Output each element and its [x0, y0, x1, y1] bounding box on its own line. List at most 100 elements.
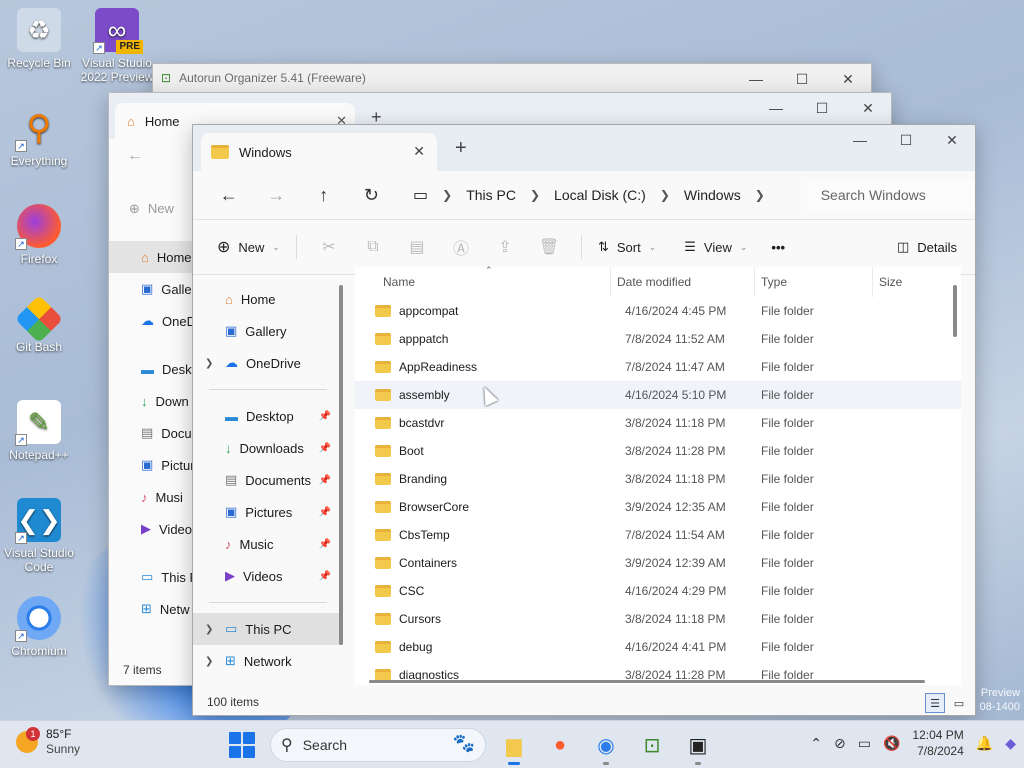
copy-icon[interactable]: ⧉ — [361, 235, 385, 259]
nav-item-downloads[interactable]: ↓ Downloads 📌 — [193, 432, 343, 464]
weather-widget[interactable]: 1 85°F Sunny — [16, 727, 80, 757]
pin-icon[interactable]: 📌 — [319, 475, 331, 486]
view-button[interactable]: ☰ View ⌄ — [678, 231, 753, 263]
table-row[interactable]: diagnostics 3/8/2024 11:28 PM File folder — [355, 661, 961, 689]
refresh-button[interactable]: ↻ — [350, 179, 394, 211]
paste-icon[interactable]: ▤ — [405, 235, 429, 259]
delete-icon[interactable]: 🗑 — [537, 235, 561, 259]
column-header-size[interactable]: Size — [873, 267, 953, 297]
breadcrumb[interactable]: ▭ ❯ This PC ❯ Local Disk (C:) ❯ Windows … — [405, 179, 791, 211]
chevron-right-icon[interactable]: ❯ — [205, 624, 213, 635]
nav-item-home[interactable]: ⌂ Home — [109, 241, 193, 273]
back-arrow-icon[interactable]: ← — [127, 147, 143, 165]
desktop-icon-everything[interactable]: ⚲ ↗ Everything — [0, 106, 78, 168]
close-tab-button[interactable]: ✕ — [413, 143, 425, 160]
chevron-right-icon[interactable]: ❯ — [660, 188, 670, 202]
bell-icon[interactable]: 🔔 — [976, 735, 993, 752]
desktop-icon-recycle-bin[interactable]: ♻ Recycle Bin — [0, 8, 78, 70]
table-row[interactable]: debug 4/16/2024 4:41 PM File folder — [355, 633, 961, 661]
desktop-icon-vscode[interactable]: ❮❯ ↗ Visual Studio Code — [0, 498, 78, 574]
nav-item-thispc[interactable]: ❯ ▭ This PC — [193, 613, 343, 645]
nav-item-music[interactable]: ♪ Music 📌 — [193, 528, 343, 560]
desktop-icon-visual-studio-preview[interactable]: ∞ PRE ↗ Visual Studio 2022 Preview — [78, 8, 156, 84]
firefox-taskbar-icon[interactable]: ● — [542, 727, 578, 763]
chevron-up-icon[interactable]: ⌃ — [810, 735, 822, 752]
nav-item-network[interactable]: ⊞ Netw — [109, 593, 193, 625]
maximize-button[interactable]: ☐ — [779, 64, 825, 94]
nav-item-music[interactable]: ♪ Musi — [109, 481, 193, 513]
nav-item-documents[interactable]: ▤ Documents 📌 — [193, 464, 343, 496]
desktop-icon-chromium[interactable]: ↗ Chromium — [0, 596, 78, 658]
nav-item-documents[interactable]: ▤ Docu — [109, 417, 193, 449]
clock[interactable]: 12:04 PM 7/8/2024 — [912, 727, 963, 759]
autorun-organizer-taskbar-icon[interactable]: ⊡ — [634, 727, 670, 763]
maximize-button[interactable]: ☐ — [799, 93, 845, 123]
chevron-right-icon[interactable]: ❯ — [530, 188, 540, 202]
maximize-button[interactable]: ☐ — [883, 125, 929, 155]
minimize-button[interactable]: — — [837, 125, 883, 155]
display-icon[interactable]: ▭ — [858, 735, 871, 752]
details-button[interactable]: ◫ Details — [897, 239, 957, 255]
table-row[interactable]: Branding 3/8/2024 11:18 PM File folder — [355, 465, 961, 493]
pin-icon[interactable]: 📌 — [319, 539, 331, 550]
table-row[interactable]: appcompat 4/16/2024 4:45 PM File folder — [355, 297, 961, 325]
forward-button[interactable]: → — [255, 179, 299, 211]
details-view-toggle[interactable]: ☰ — [925, 693, 945, 713]
search-input[interactable]: Search Windows — [806, 179, 975, 211]
table-row[interactable]: CSC 4/16/2024 4:29 PM File folder — [355, 577, 961, 605]
nav-item-home[interactable]: ⌂ Home — [193, 283, 343, 315]
nav-item-gallery[interactable]: ▣ Gallery — [193, 315, 343, 347]
nav-item-onedrive[interactable]: ❯ ☁ OneDrive — [193, 347, 343, 379]
nav-item-videos[interactable]: ▶ Video — [109, 513, 193, 545]
more-options-button[interactable]: ••• — [765, 231, 791, 263]
share-icon[interactable]: ⇪ — [493, 235, 517, 259]
table-row[interactable]: BrowserCore 3/9/2024 12:35 AM File folder — [355, 493, 961, 521]
column-header-type[interactable]: Type — [755, 267, 873, 297]
taskbar-search[interactable]: ⚲ Search 🐾 — [270, 728, 486, 762]
nav-item-gallery[interactable]: ▣ Galler — [109, 273, 193, 305]
chevron-right-icon[interactable]: ❯ — [442, 188, 452, 202]
desktop-icon-firefox[interactable]: ↗ Firefox — [0, 204, 78, 266]
column-header-date[interactable]: Date modified — [611, 267, 755, 297]
windows-explorer-window[interactable]: Windows ✕ + — ☐ ✕ ← → ↑ ↻ ▭ ❯ This PC ❯ … — [192, 124, 976, 716]
start-button[interactable] — [224, 727, 260, 763]
tab-windows[interactable]: Windows ✕ — [201, 133, 437, 171]
nav-item-pictures[interactable]: ▣ Pictur — [109, 449, 193, 481]
pin-icon[interactable]: 📌 — [319, 411, 331, 422]
table-row[interactable]: bcastdvr 3/8/2024 11:18 PM File folder — [355, 409, 961, 437]
minimize-button[interactable]: — — [753, 93, 799, 123]
nav-item-desktop[interactable]: ▬ Desktop 📌 — [193, 400, 343, 432]
close-button[interactable]: ✕ — [929, 125, 975, 155]
nav-scrollbar[interactable] — [339, 285, 343, 645]
minimize-button[interactable]: — — [733, 64, 779, 94]
chromium-taskbar-icon[interactable]: ◉ — [588, 727, 624, 765]
table-row[interactable]: AppReadiness 7/8/2024 11:47 AM File folder — [355, 353, 961, 381]
new-button[interactable]: ⊕ New — [129, 201, 174, 217]
vertical-scrollbar[interactable] — [953, 285, 957, 337]
file-explorer-taskbar-icon[interactable]: ▆ — [496, 727, 532, 765]
column-header-name[interactable]: Name — [355, 267, 611, 297]
breadcrumb-windows[interactable]: Windows — [684, 187, 741, 203]
copilot-icon[interactable]: ◆ — [1005, 735, 1016, 752]
table-row[interactable]: Containers 3/9/2024 12:39 AM File folder — [355, 549, 961, 577]
new-button[interactable]: ⊕ New ⌄ — [211, 231, 286, 263]
nav-item-thispc[interactable]: ▭This P — [109, 561, 193, 593]
table-row[interactable]: apppatch 7/8/2024 11:52 AM File folder — [355, 325, 961, 353]
table-row[interactable]: Boot 3/8/2024 11:28 PM File folder — [355, 437, 961, 465]
network-offline-icon[interactable]: ⊘ — [834, 735, 846, 752]
autorun-organizer-window[interactable]: ⊡ Autorun Organizer 5.41 (Freeware) — ☐ … — [152, 63, 872, 93]
chevron-right-icon[interactable]: ❯ — [755, 188, 765, 202]
horizontal-scrollbar[interactable] — [369, 680, 925, 683]
table-row[interactable]: assembly 4/16/2024 5:10 PM File folder — [355, 381, 961, 409]
nav-item-downloads[interactable]: ↓ Down — [109, 385, 193, 417]
pin-icon[interactable]: 📌 — [319, 571, 331, 582]
sort-button[interactable]: ⇅ Sort ⌄ — [592, 231, 662, 263]
close-button[interactable]: ✕ — [845, 93, 891, 123]
pin-icon[interactable]: 📌 — [319, 443, 331, 454]
desktop-icon-notepadpp[interactable]: ✎ ↗ Notepad++ — [0, 400, 78, 462]
nav-item-videos[interactable]: ▶ Videos 📌 — [193, 560, 343, 592]
new-tab-button[interactable]: + — [455, 137, 467, 160]
chevron-right-icon[interactable]: ❯ — [205, 656, 213, 667]
table-row[interactable]: Cursors 3/8/2024 11:18 PM File folder — [355, 605, 961, 633]
nav-item-onedrive[interactable]: ☁ OneD — [109, 305, 193, 337]
